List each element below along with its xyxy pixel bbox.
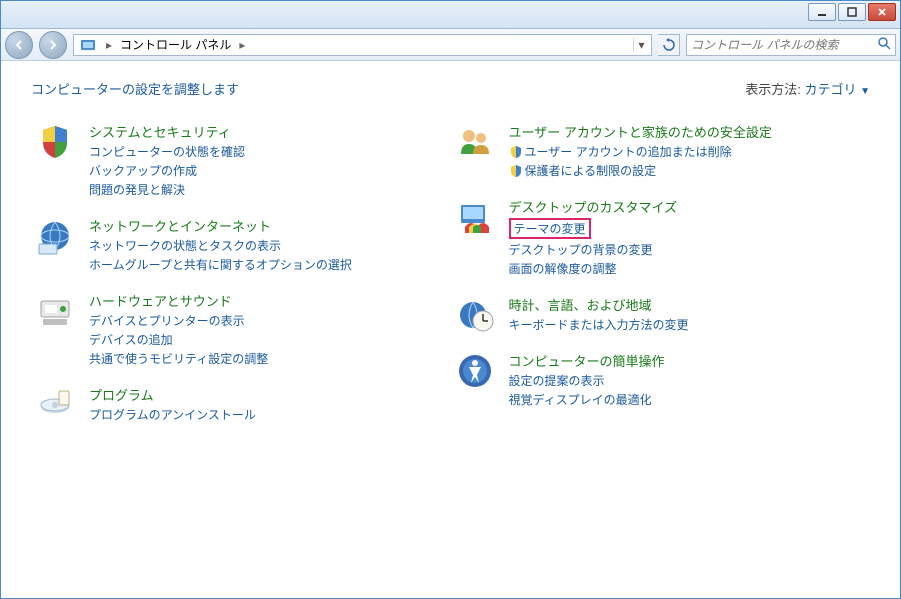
forward-button[interactable]: [39, 31, 67, 59]
category-link-text: デバイスの追加: [89, 331, 173, 348]
control-panel-icon: [80, 37, 96, 53]
clock-region-icon[interactable]: [451, 295, 499, 335]
category-link[interactable]: デバイスの追加: [89, 331, 451, 348]
category-link-text: キーボードまたは入力方法の変更: [509, 316, 689, 333]
appearance-icon[interactable]: [451, 197, 499, 237]
category-link[interactable]: バックアップの作成: [89, 162, 451, 179]
category-link-text: デスクトップの背景の変更: [509, 241, 653, 258]
category-link-text: コンピューターの状態を確認: [89, 143, 245, 160]
category-link-text: ネットワークの状態とタスクの表示: [89, 237, 281, 254]
uac-shield-icon: [509, 164, 523, 178]
category-link[interactable]: 画面の解像度の調整: [509, 260, 871, 277]
category-block: ユーザー アカウントと家族のための安全設定ユーザー アカウントの追加または削除保…: [451, 122, 871, 181]
category-link-text: 視覚ディスプレイの最適化: [509, 391, 652, 408]
category-link-text: 画面の解像度の調整: [509, 260, 617, 277]
breadcrumb-chevron-icon[interactable]: ▸: [233, 38, 251, 52]
address-dropdown-icon[interactable]: ▾: [633, 38, 649, 52]
category-title[interactable]: ハードウェアとサウンド: [89, 291, 451, 310]
category-block: コンピューターの簡単操作設定の提案の表示視覚ディスプレイの最適化: [451, 351, 871, 410]
category-link-text: バックアップの作成: [89, 162, 197, 179]
category-title[interactable]: プログラム: [89, 385, 451, 404]
category-block: ハードウェアとサウンドデバイスとプリンターの表示デバイスの追加共通で使うモビリテ…: [31, 291, 451, 369]
minimize-button[interactable]: [808, 3, 836, 21]
category-link-text: 保護者による制限の設定: [525, 162, 657, 179]
category-link[interactable]: プログラムのアンインストール: [89, 406, 451, 423]
category-link[interactable]: 視覚ディスプレイの最適化: [509, 391, 871, 408]
navbar: ▸ コントロール パネル ▸ ▾: [1, 29, 900, 61]
user-accounts-icon[interactable]: [451, 122, 499, 162]
category-column-right: ユーザー アカウントと家族のための安全設定ユーザー アカウントの追加または削除保…: [451, 122, 871, 441]
breadcrumb-segment[interactable]: コントロール パネル: [118, 36, 233, 53]
category-title[interactable]: ユーザー アカウントと家族のための安全設定: [509, 122, 871, 141]
breadcrumb-chevron-icon[interactable]: ▸: [100, 38, 118, 52]
category-link-text: デバイスとプリンターの表示: [89, 312, 245, 329]
back-button[interactable]: [5, 31, 33, 59]
category-link[interactable]: ユーザー アカウントの追加または削除: [509, 143, 871, 160]
category-block: ネットワークとインターネットネットワークの状態とタスクの表示ホームグループと共有…: [31, 216, 451, 275]
category-title[interactable]: デスクトップのカスタマイズ: [509, 197, 871, 216]
address-bar[interactable]: ▸ コントロール パネル ▸ ▾: [73, 34, 652, 56]
category-title[interactable]: コンピューターの簡単操作: [509, 351, 871, 370]
category-block: システムとセキュリティコンピューターの状態を確認バックアップの作成問題の発見と解…: [31, 122, 451, 200]
category-link-text: 共通で使うモビリティ設定の調整: [89, 350, 268, 367]
category-link[interactable]: 共通で使うモビリティ設定の調整: [89, 350, 451, 367]
category-title[interactable]: ネットワークとインターネット: [89, 216, 451, 235]
search-input[interactable]: [691, 38, 877, 52]
page-heading: コンピューターの設定を調整します: [31, 79, 239, 98]
category-link-text: ホームグループと共有に関するオプションの選択: [89, 256, 352, 273]
view-by-label: 表示方法:: [745, 82, 801, 97]
category-link-text: テーマの変更: [514, 220, 586, 237]
category-link-text: ユーザー アカウントの追加または削除: [525, 143, 732, 160]
category-link[interactable]: コンピューターの状態を確認: [89, 143, 451, 160]
category-block: 時計、言語、および地域キーボードまたは入力方法の変更: [451, 295, 871, 335]
category-link-text: 問題の発見と解決: [89, 181, 185, 198]
uac-shield-icon: [509, 145, 523, 159]
search-box[interactable]: [686, 34, 896, 56]
category-link[interactable]: テーマの変更: [509, 218, 591, 239]
content-area: コンピューターの設定を調整します 表示方法: カテゴリ ▼ システムとセキュリテ…: [1, 61, 900, 598]
category-column-left: システムとセキュリティコンピューターの状態を確認バックアップの作成問題の発見と解…: [31, 122, 451, 441]
category-link[interactable]: デバイスとプリンターの表示: [89, 312, 451, 329]
shield-system-icon[interactable]: [31, 122, 79, 162]
network-icon[interactable]: [31, 216, 79, 256]
category-link[interactable]: ネットワークの状態とタスクの表示: [89, 237, 451, 254]
category-link[interactable]: 問題の発見と解決: [89, 181, 451, 198]
category-link-text: 設定の提案の表示: [509, 372, 605, 389]
category-link-text: プログラムのアンインストール: [89, 406, 256, 423]
category-title[interactable]: 時計、言語、および地域: [509, 295, 871, 314]
category-link[interactable]: ホームグループと共有に関するオプションの選択: [89, 256, 451, 273]
category-title[interactable]: システムとセキュリティ: [89, 122, 451, 141]
titlebar: [1, 1, 900, 29]
programs-icon[interactable]: [31, 385, 79, 425]
maximize-button[interactable]: [838, 3, 866, 21]
close-button[interactable]: [868, 3, 896, 21]
view-by-value[interactable]: カテゴリ: [804, 82, 856, 97]
category-link[interactable]: 設定の提案の表示: [509, 372, 871, 389]
category-link[interactable]: キーボードまたは入力方法の変更: [509, 316, 871, 333]
category-link[interactable]: デスクトップの背景の変更: [509, 241, 871, 258]
view-by: 表示方法: カテゴリ ▼: [745, 79, 870, 98]
category-block: デスクトップのカスタマイズテーマの変更デスクトップの背景の変更画面の解像度の調整: [451, 197, 871, 279]
ease-of-access-icon[interactable]: [451, 351, 499, 391]
category-block: プログラムプログラムのアンインストール: [31, 385, 451, 425]
refresh-button[interactable]: [658, 34, 680, 56]
hardware-icon[interactable]: [31, 291, 79, 331]
chevron-down-icon[interactable]: ▼: [860, 86, 870, 97]
search-icon[interactable]: [877, 36, 891, 53]
category-link[interactable]: 保護者による制限の設定: [509, 162, 871, 179]
